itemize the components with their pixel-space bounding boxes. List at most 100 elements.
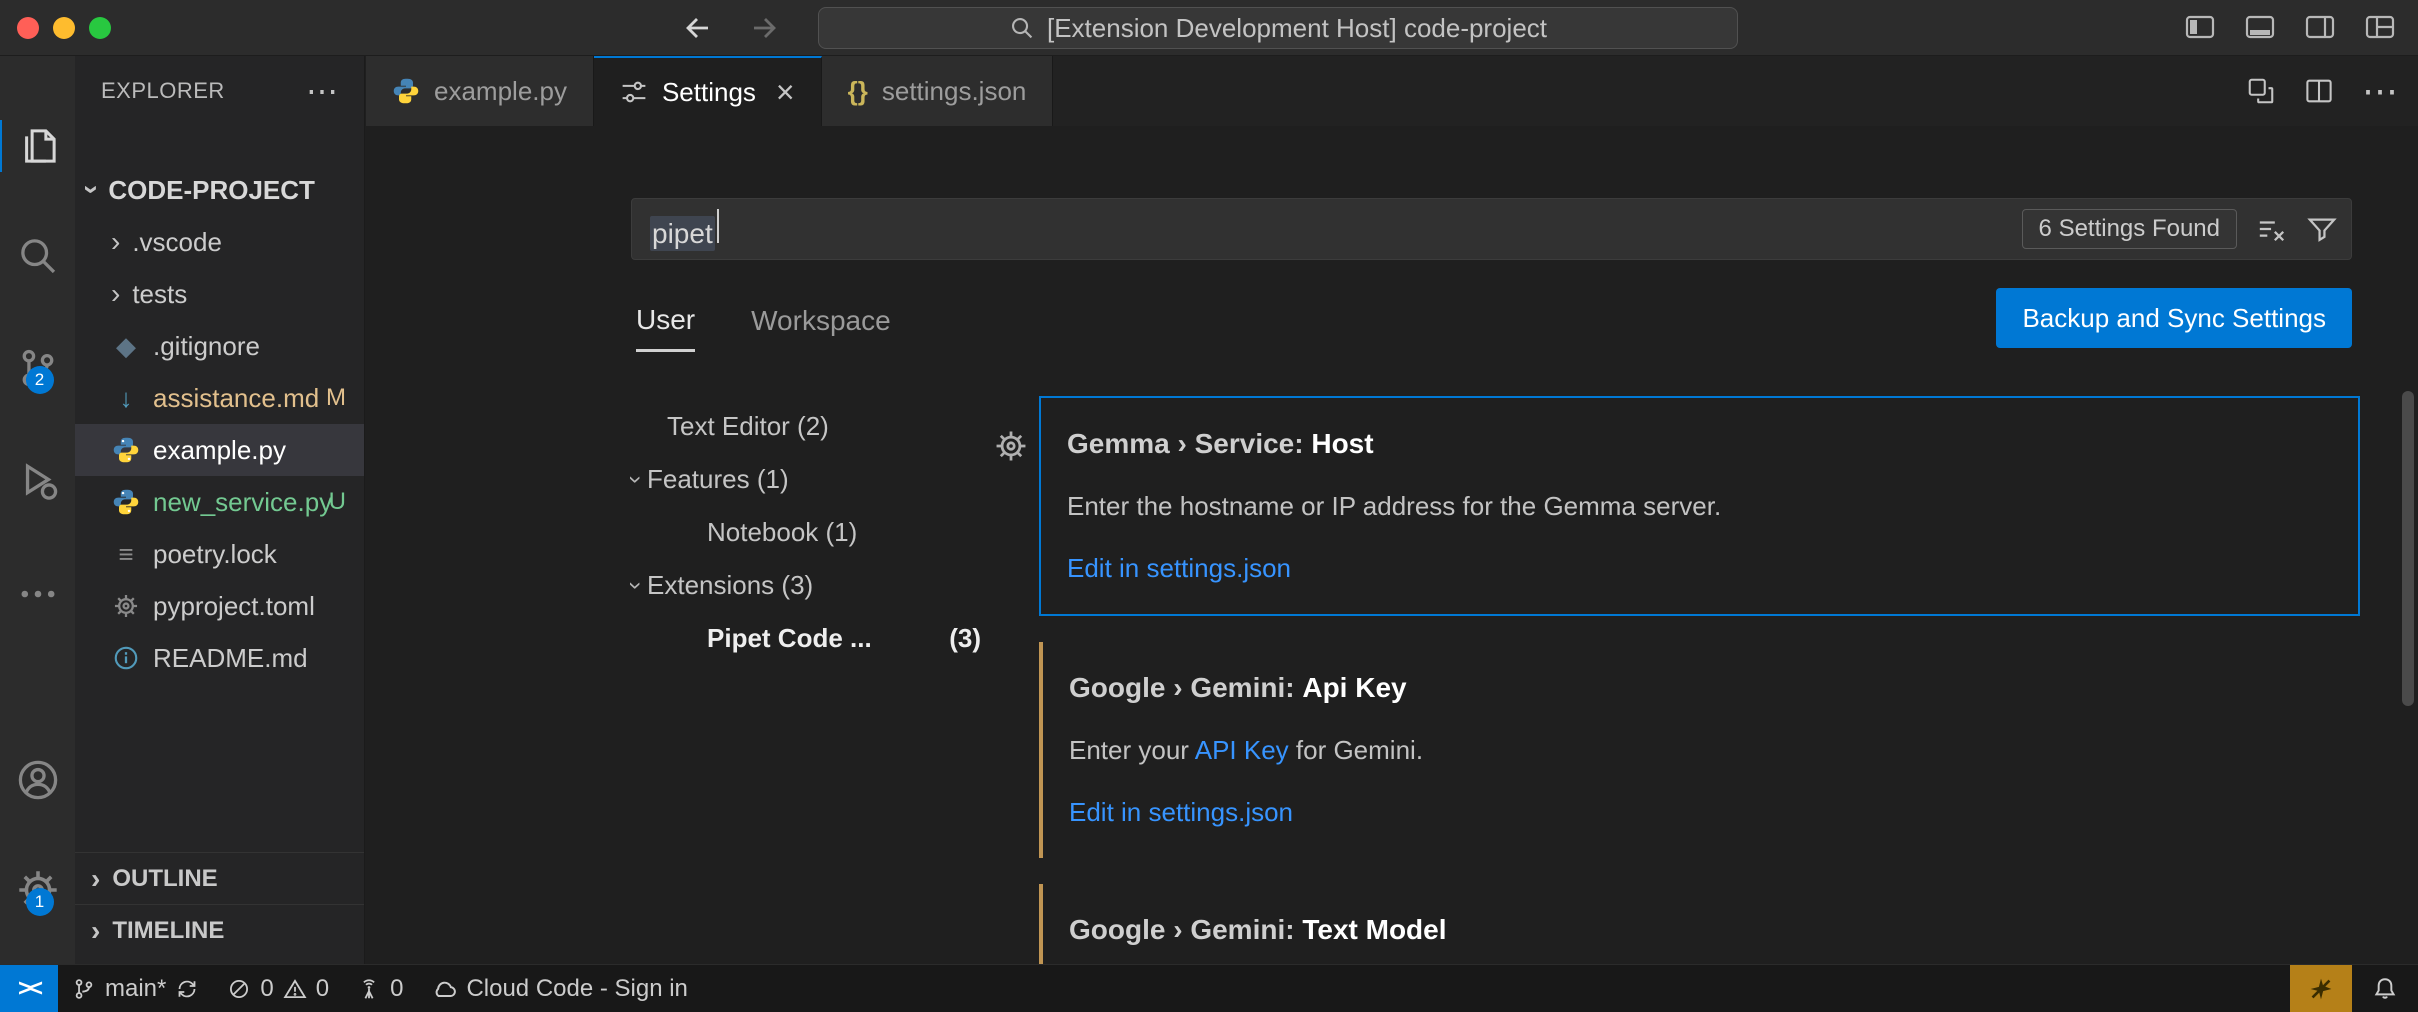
- scope-tab-workspace[interactable]: Workspace: [751, 290, 891, 352]
- api-key-link[interactable]: API Key: [1195, 735, 1289, 765]
- filter-settings-icon[interactable]: [2307, 214, 2337, 244]
- problems-status[interactable]: 0 0: [213, 965, 343, 1012]
- tree-item-assistance-md[interactable]: ↓ assistance.md M: [75, 372, 364, 424]
- toggle-panel-icon[interactable]: [2244, 11, 2276, 43]
- tab-settings-json[interactable]: {} settings.json: [822, 56, 1054, 126]
- git-branch-icon: [72, 977, 96, 1001]
- tree-item-poetry-lock[interactable]: ≡ poetry.lock: [75, 528, 364, 580]
- setting-google-gemini-text-model[interactable]: Google › Gemini: Text Model: [1039, 884, 2360, 976]
- backup-sync-settings-button[interactable]: Backup and Sync Settings: [1996, 288, 2352, 348]
- close-tab-icon[interactable]: ×: [776, 74, 795, 111]
- toml-gear-icon: [111, 593, 141, 619]
- more-views-button[interactable]: [0, 568, 75, 620]
- tree-item-vscode[interactable]: › .vscode: [75, 216, 364, 268]
- sync-changes-icon: [175, 977, 199, 1001]
- remote-indicator[interactable]: ><: [0, 965, 58, 1012]
- open-changes-icon[interactable]: [2246, 76, 2276, 106]
- setting-title: Google › Gemini: Api Key: [1069, 668, 2334, 708]
- outline-label: OUTLINE: [112, 865, 217, 893]
- command-center[interactable]: [Extension Development Host] code-projec…: [818, 7, 1738, 49]
- toc-item-features[interactable]: › Features (1): [631, 453, 991, 506]
- settings-sliders-icon: [620, 78, 648, 106]
- toc-item-notebook[interactable]: Notebook (1): [631, 506, 991, 559]
- toc-label: Text Editor (2): [667, 411, 829, 442]
- outline-section-header[interactable]: › OUTLINE: [75, 852, 364, 904]
- warnings-icon: [283, 977, 307, 1001]
- customize-layout-icon[interactable]: [2364, 11, 2396, 43]
- close-window-button[interactable]: [17, 17, 39, 39]
- git-branch-status[interactable]: main*: [58, 965, 213, 1012]
- clear-search-icon[interactable]: [2257, 214, 2287, 244]
- toc-label: Features (1): [647, 464, 789, 495]
- toggle-secondary-sidebar-icon[interactable]: [2304, 11, 2336, 43]
- more-actions-icon[interactable]: ⋯: [2362, 70, 2398, 112]
- python-file-icon: [392, 77, 420, 105]
- error-count: 0: [260, 975, 273, 1003]
- setting-google-gemini-api-key[interactable]: Google › Gemini: Api Key Enter your API …: [1039, 642, 2360, 858]
- setting-title: Gemma › Service: Host: [1067, 424, 2332, 464]
- setting-title: Google › Gemini: Text Model: [1069, 910, 2334, 950]
- lock-file-icon: ≡: [111, 539, 141, 570]
- explorer-activity-button[interactable]: [0, 120, 75, 172]
- setting-gemma-service-host[interactable]: Gemma › Service: Host Enter the hostname…: [1039, 396, 2360, 616]
- back-button[interactable]: [680, 12, 712, 44]
- title-bar: [Extension Development Host] code-projec…: [0, 0, 2418, 56]
- tree-root-code-project[interactable]: › CODE-PROJECT: [75, 164, 364, 216]
- tree-item-label: .vscode: [132, 227, 222, 258]
- toggle-primary-sidebar-icon[interactable]: [2184, 11, 2216, 43]
- toc-item-text-editor[interactable]: Text Editor (2): [631, 400, 991, 453]
- tree-item-pyproject-toml[interactable]: pyproject.toml: [75, 580, 364, 632]
- edit-in-settings-json-link[interactable]: Edit in settings.json: [1069, 792, 2334, 832]
- explorer-title: EXPLORER: [101, 78, 225, 104]
- vscode-window: [Extension Development Host] code-projec…: [0, 0, 2418, 1012]
- minimize-window-button[interactable]: [53, 17, 75, 39]
- toc-item-pipet-code[interactable]: Pipet Code ... (3): [631, 612, 991, 665]
- chevron-right-icon: ›: [111, 280, 120, 308]
- search-icon: [1009, 15, 1035, 41]
- accounts-button[interactable]: [0, 754, 75, 806]
- settings-editor: pipet 6 Settings Found User Workspace Ba…: [366, 126, 2418, 964]
- tree-item-label: .gitignore: [153, 331, 260, 362]
- manage-button[interactable]: 1: [0, 864, 75, 916]
- forward-button[interactable]: [750, 12, 782, 44]
- scrollbar-thumb[interactable]: [2402, 391, 2414, 706]
- command-center-title: [Extension Development Host] code-projec…: [1047, 13, 1547, 44]
- tree-item-tests[interactable]: › tests: [75, 268, 364, 320]
- chevron-down-icon: ›: [623, 475, 647, 483]
- tree-item-label: tests: [132, 279, 187, 310]
- chevron-down-icon: ›: [623, 581, 647, 589]
- tree-item-gitignore[interactable]: ◆ .gitignore: [75, 320, 364, 372]
- tree-item-new-service-py[interactable]: new_service.py U: [75, 476, 364, 528]
- gear-icon: 1: [16, 868, 60, 912]
- toc-label: Pipet Code ...: [707, 623, 872, 654]
- tree-item-example-py[interactable]: example.py: [75, 424, 364, 476]
- explorer-more-actions-icon[interactable]: ⋯: [306, 72, 338, 110]
- settings-toc: Text Editor (2) › Features (1) Notebook …: [631, 400, 991, 665]
- tab-settings[interactable]: Settings ×: [594, 56, 822, 126]
- notifications-button[interactable]: [2352, 965, 2418, 1012]
- tab-example-py[interactable]: example.py: [366, 56, 594, 126]
- tree-root-label: CODE-PROJECT: [108, 175, 315, 206]
- explorer-sidebar: EXPLORER ⋯ › CODE-PROJECT › .vscode › te…: [75, 56, 365, 964]
- toc-item-extensions[interactable]: › Extensions (3): [631, 559, 991, 612]
- zoom-window-button[interactable]: [89, 17, 111, 39]
- run-debug-icon: [16, 458, 60, 502]
- setting-row-gear-icon[interactable]: [994, 429, 1028, 463]
- tab-label: example.py: [434, 76, 567, 107]
- timeline-section-header[interactable]: › TIMELINE: [75, 904, 364, 956]
- toc-count: (3): [949, 623, 991, 654]
- search-activity-button[interactable]: [0, 230, 75, 282]
- source-control-activity-button[interactable]: 2: [0, 342, 75, 394]
- edit-in-settings-json-link[interactable]: Edit in settings.json: [1067, 548, 2332, 588]
- split-editor-icon[interactable]: [2304, 76, 2334, 106]
- settings-search-input[interactable]: pipet 6 Settings Found: [631, 198, 2352, 260]
- scope-tab-user[interactable]: User: [636, 290, 695, 352]
- highlighted-status-item[interactable]: [2290, 965, 2352, 1012]
- run-debug-activity-button[interactable]: [0, 454, 75, 506]
- tree-item-label: poetry.lock: [153, 539, 277, 570]
- warning-count: 0: [316, 975, 329, 1003]
- cloud-code-status[interactable]: Cloud Code - Sign in: [417, 965, 701, 1012]
- ports-status[interactable]: 0: [343, 965, 417, 1012]
- tree-item-readme-md[interactable]: README.md: [75, 632, 364, 684]
- search-icon: [16, 234, 60, 278]
